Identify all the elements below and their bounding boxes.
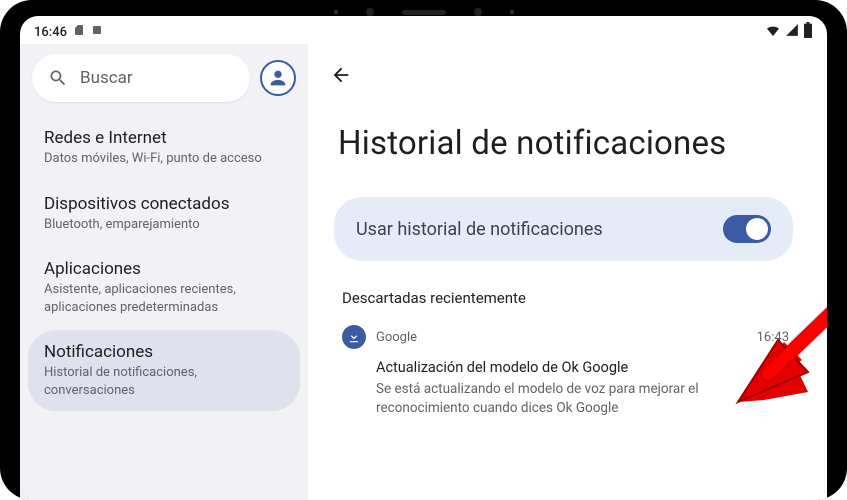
signal-icon <box>785 23 799 41</box>
sidebar-item-network[interactable]: Redes e Internet Datos móviles, Wi-Fi, p… <box>28 116 300 180</box>
toggle-label: Usar historial de notificaciones <box>356 219 603 240</box>
nav-subtitle: Bluetooth, emparejamiento <box>44 216 284 234</box>
section-header: Descartadas recientemente <box>342 289 799 307</box>
wifi-icon <box>765 22 781 42</box>
profile-button[interactable] <box>260 60 296 96</box>
nav-title: Redes e Internet <box>44 128 284 148</box>
page-title: Historial de notificaciones <box>338 124 799 163</box>
nav-title: Dispositivos conectados <box>44 194 284 214</box>
battery-icon <box>803 22 813 42</box>
status-time: 16:46 <box>34 25 67 40</box>
search-icon <box>48 68 68 88</box>
sidebar: Buscar Redes e Internet Datos móviles, W… <box>20 44 308 500</box>
back-button[interactable] <box>330 64 352 86</box>
nav-title: Aplicaciones <box>44 259 284 279</box>
notification-item[interactable]: Google 16:43 Actualización del modelo de… <box>328 321 799 418</box>
device-frame: 16:46 Buscar <box>0 0 847 500</box>
app-icon <box>91 24 103 40</box>
device-notch <box>334 8 514 16</box>
nav-title: Notificaciones <box>44 342 284 362</box>
person-icon <box>267 67 289 89</box>
nav-subtitle: Historial de notificaciones, conversacio… <box>44 364 284 399</box>
notification-text: Se está actualizando el modelo de voz pa… <box>376 380 781 418</box>
use-history-toggle-row[interactable]: Usar historial de notificaciones <box>334 197 793 261</box>
main-panel: Historial de notificaciones Usar histori… <box>308 44 827 500</box>
sidebar-item-notifications[interactable]: Notificaciones Historial de notificacion… <box>28 330 300 411</box>
download-icon <box>342 325 366 349</box>
search-placeholder: Buscar <box>80 68 133 88</box>
notification-title: Actualización del modelo de Ok Google <box>376 359 781 376</box>
sd-card-icon <box>73 24 85 40</box>
status-bar: 16:46 <box>20 16 827 44</box>
notification-app-name: Google <box>376 330 747 345</box>
sidebar-item-devices[interactable]: Dispositivos conectados Bluetooth, empar… <box>28 182 300 246</box>
nav-subtitle: Datos móviles, Wi-Fi, punto de acceso <box>44 150 284 168</box>
sidebar-item-apps[interactable]: Aplicaciones Asistente, aplicaciones rec… <box>28 247 300 328</box>
notification-time: 16:43 <box>757 330 789 345</box>
nav-subtitle: Asistente, aplicaciones recientes, aplic… <box>44 281 284 316</box>
toggle-switch[interactable] <box>723 215 771 243</box>
search-input[interactable]: Buscar <box>32 54 250 102</box>
